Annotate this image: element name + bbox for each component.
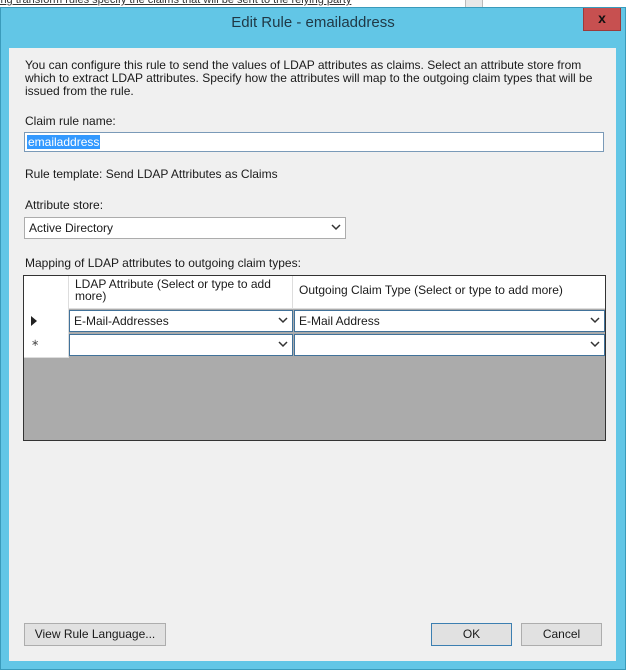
description-text: You can configure this rule to send the … [25, 58, 593, 98]
column-header-ldap-attribute[interactable]: LDAP Attribute (Select or type to add mo… [69, 276, 293, 309]
column-header-claim-type[interactable]: Outgoing Claim Type (Select or type to a… [293, 276, 605, 309]
mapping-grid[interactable]: LDAP Attribute (Select or type to add mo… [23, 275, 606, 441]
rule-template-text: Rule template: Send LDAP Attributes as C… [25, 167, 278, 181]
ldap-attribute-value: E-Mail-Addresses [74, 314, 169, 328]
claim-rule-name-value: emailaddress [27, 135, 101, 149]
cancel-button[interactable]: Cancel [521, 623, 602, 646]
edit-rule-dialog: Edit Rule - emailaddress x You can confi… [0, 7, 626, 670]
claim-rule-name-label: Claim rule name: [25, 114, 116, 128]
title-bar[interactable]: Edit Rule - emailaddress x [1, 8, 625, 40]
view-rule-language-button[interactable]: View Rule Language... [24, 623, 166, 646]
chevron-down-icon [590, 317, 600, 324]
table-row-0-claim-type[interactable]: E-Mail Address [294, 310, 605, 332]
table-row-0-ldap-attribute[interactable]: E-Mail-Addresses [69, 310, 293, 332]
close-icon: x [598, 10, 606, 26]
grid-corner-header [24, 276, 69, 310]
new-row-asterisk-icon: ∗ [31, 338, 40, 349]
chevron-down-icon [331, 224, 341, 231]
chevron-down-icon [278, 341, 288, 348]
dialog-body: You can configure this rule to send the … [9, 48, 616, 661]
row-header-current[interactable] [24, 309, 69, 334]
mapping-label: Mapping of LDAP attributes to outgoing c… [25, 256, 301, 270]
attribute-store-label: Attribute store: [25, 198, 104, 212]
table-row-1-claim-type[interactable] [294, 334, 605, 356]
attribute-store-value: Active Directory [29, 221, 114, 235]
chevron-down-icon [278, 317, 288, 324]
row-header-new[interactable]: ∗ [24, 333, 69, 358]
claim-rule-name-input[interactable]: emailaddress [24, 132, 604, 152]
background-text: ing transform rules specify the claims t… [0, 0, 352, 6]
window-title: Edit Rule - emailaddress [231, 14, 395, 31]
close-button[interactable]: x [583, 8, 621, 31]
attribute-store-select[interactable]: Active Directory [24, 217, 346, 239]
current-row-arrow-icon [31, 316, 37, 326]
ok-button[interactable]: OK [431, 623, 512, 646]
claim-type-value: E-Mail Address [299, 314, 380, 328]
chevron-down-icon [590, 341, 600, 348]
table-row-1-ldap-attribute[interactable] [69, 334, 293, 356]
